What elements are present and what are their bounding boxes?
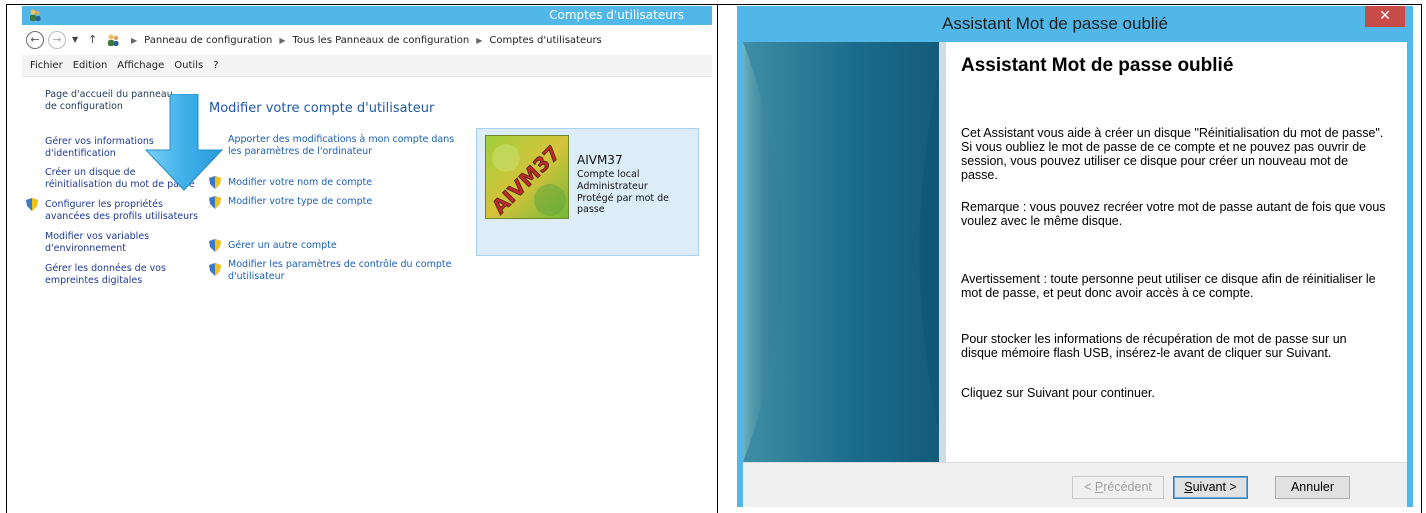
uac-shield-icon xyxy=(209,239,221,252)
cancel-button[interactable]: Annuler xyxy=(1275,476,1350,499)
back-button[interactable]: ← xyxy=(26,31,44,49)
sidebar-item-advanced-profile-properties[interactable]: Configurer les propriétés avancées des p… xyxy=(45,199,205,223)
control-panel-title: Comptes d'utilisateurs xyxy=(549,8,684,22)
wizard-window: Assistant Mot de passe oublié ✕ Assistan… xyxy=(737,6,1413,507)
previous-button-accesskey: P xyxy=(1094,480,1104,494)
recent-pages-dropdown-icon[interactable]: ▼ xyxy=(72,31,78,49)
task-link-uac-settings[interactable]: Modifier les paramètres de contrôle du c… xyxy=(228,259,468,283)
previous-button[interactable]: < Précédent xyxy=(1072,476,1164,499)
account-role: Administrateur xyxy=(577,181,648,192)
task-link-change-account-type[interactable]: Modifier votre type de compte xyxy=(228,196,372,208)
breadcrumb-separator-icon: ▶ xyxy=(131,35,138,45)
uac-shield-icon xyxy=(26,198,38,211)
menu-fichier[interactable]: Fichier xyxy=(30,60,63,71)
breadcrumb-separator-icon: ▶ xyxy=(279,35,286,45)
table-border-left xyxy=(6,4,7,513)
table-border-top xyxy=(6,4,1422,5)
uac-shield-icon xyxy=(209,263,221,276)
breadcrumb-separator-icon: ▶ xyxy=(476,35,483,45)
wizard-title: Assistant Mot de passe oublié xyxy=(942,14,1168,33)
wizard-paragraph-intro: Cet Assistant vous aide à créer un disqu… xyxy=(961,126,1384,182)
control-panel-window: Comptes d'utilisateurs ← → ▼ ↑ ▶ Panneau… xyxy=(22,6,712,513)
table-border-right xyxy=(1421,4,1422,513)
address-bar: ← → ▼ ↑ ▶ Panneau de configuration ▶ Tou… xyxy=(22,29,712,51)
wizard-heading: Assistant Mot de passe oublié xyxy=(961,55,1234,76)
breadcrumb-item[interactable]: Comptes d'utilisateurs xyxy=(489,35,601,46)
task-link-pc-settings[interactable]: Apporter des modifications à mon compte … xyxy=(228,134,468,158)
next-button-accesskey: S xyxy=(1184,480,1193,494)
breadcrumb: ▶ Panneau de configuration ▶ Tous les Pa… xyxy=(124,31,602,49)
task-link-manage-another-account[interactable]: Gérer un autre compte xyxy=(228,240,337,252)
control-panel-icon xyxy=(108,34,119,46)
account-card: AIVM37 AIVM37 Compte local Administrateu… xyxy=(476,128,699,256)
sidebar-item-environment-variables[interactable]: Modifier vos variables d'environnement xyxy=(45,231,170,255)
wizard-side-banner xyxy=(743,42,946,462)
wizard-body: Assistant Mot de passe oublié Cet Assist… xyxy=(743,42,1407,462)
account-picture[interactable]: AIVM37 xyxy=(485,135,569,219)
menu-bar: Fichier Edition Affichage Outils ? xyxy=(22,55,712,77)
wizard-paragraph-usb: Pour stocker les informations de récupér… xyxy=(961,332,1347,360)
menu-help[interactable]: ? xyxy=(213,60,218,71)
highlight-arrow-icon xyxy=(144,94,224,191)
account-protection: Protégé par mot de passe xyxy=(577,193,669,215)
account-type: Compte local xyxy=(577,169,640,180)
previous-button-prefix: < xyxy=(1084,480,1095,494)
wizard-paragraph-note: Remarque : vous pouvez recréer votre mot… xyxy=(961,200,1386,228)
account-picture-image: AIVM37 xyxy=(486,136,568,218)
previous-button-label: récédent xyxy=(1103,480,1152,494)
sidebar-item-fingerprint-data[interactable]: Gérer les données de vos empreintes digi… xyxy=(45,263,167,287)
task-link-change-account-name[interactable]: Modifier votre nom de compte xyxy=(228,177,372,189)
forward-button[interactable]: → xyxy=(48,31,66,49)
close-button[interactable]: ✕ xyxy=(1365,6,1405,27)
menu-outils[interactable]: Outils xyxy=(174,60,203,71)
wizard-paragraph-continue: Cliquez sur Suivant pour continuer. xyxy=(961,386,1155,400)
uac-shield-icon xyxy=(209,196,221,209)
account-name: AIVM37 xyxy=(577,153,623,167)
breadcrumb-item[interactable]: Tous les Panneaux de configuration xyxy=(293,35,470,46)
table-border-middle xyxy=(717,4,718,513)
next-button-label: uivant > xyxy=(1192,480,1237,494)
page-title: Modifier votre compte d'utilisateur xyxy=(209,101,435,116)
control-panel-titlebar[interactable]: Comptes d'utilisateurs xyxy=(22,6,712,25)
breadcrumb-item[interactable]: Panneau de configuration xyxy=(144,35,272,46)
up-button[interactable]: ↑ xyxy=(88,31,97,49)
wizard-footer: < Précédent Suivant > Annuler xyxy=(743,462,1407,507)
menu-edition[interactable]: Edition xyxy=(73,60,108,71)
wizard-paragraph-warning: Avertissement : toute personne peut util… xyxy=(961,272,1376,300)
next-button[interactable]: Suivant > xyxy=(1173,476,1248,499)
menu-affichage[interactable]: Affichage xyxy=(117,60,164,71)
